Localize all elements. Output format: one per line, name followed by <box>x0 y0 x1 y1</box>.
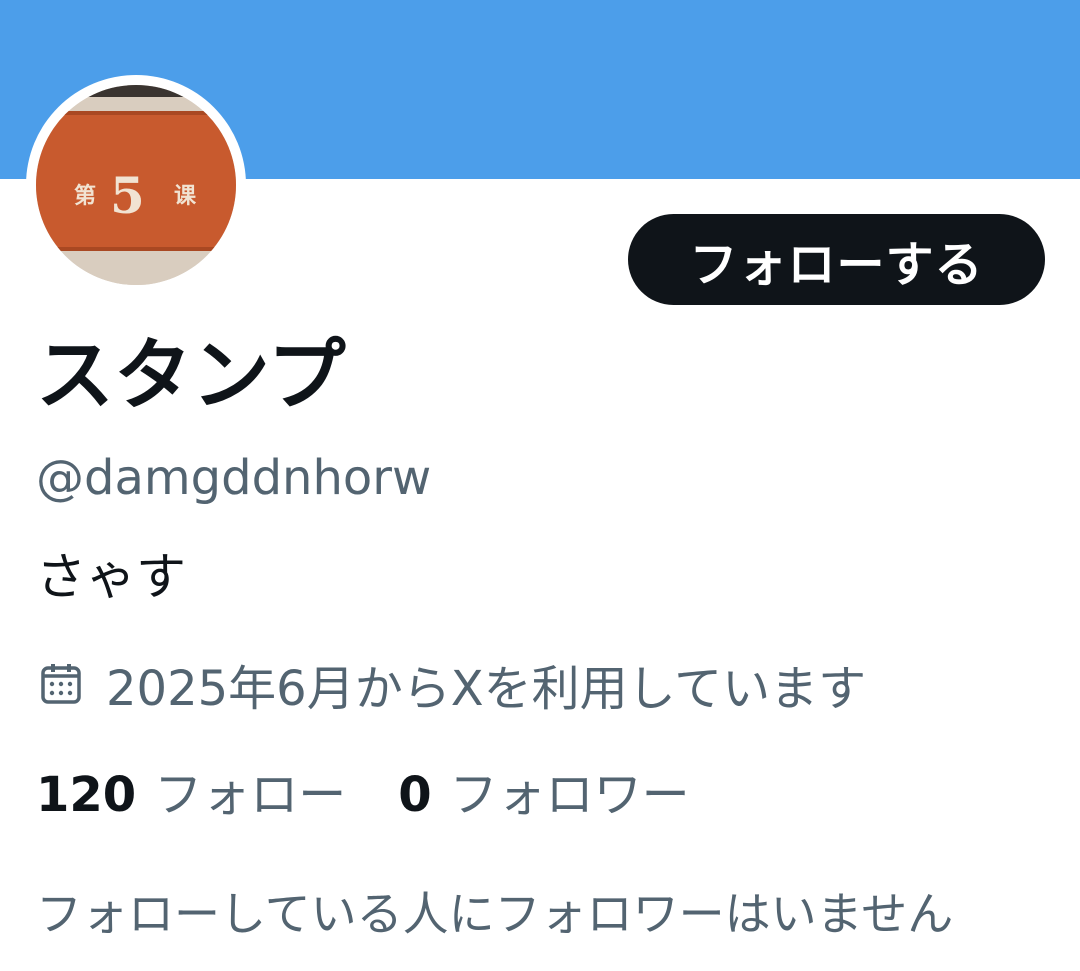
follow-button[interactable]: フォローする <box>628 214 1045 305</box>
avatar-text-right: 课 <box>174 183 197 209</box>
profile-page: 第 5 课 フォローする スタンプ @damgddnhorw さゃす 2025年… <box>0 0 1080 971</box>
avatar[interactable]: 第 5 课 <box>36 85 236 285</box>
followers-link[interactable]: 0 フォロワー <box>398 755 689 825</box>
following-count: 120 <box>36 767 137 823</box>
display-name: スタンプ <box>36 331 346 421</box>
bio: さゃす <box>36 548 186 606</box>
followers-label: フォロワー <box>449 767 690 823</box>
following-link[interactable]: 120 フォロー <box>36 755 346 825</box>
calendar-icon <box>36 659 86 709</box>
join-date-text: 2025年6月からXを利用しています <box>106 661 867 717</box>
follow-stats: 120 フォロー 0 フォロワー <box>36 755 742 825</box>
avatar-text-number: 5 <box>110 166 145 225</box>
mutual-followers-note: フォローしている人にフォロワーはいません <box>36 887 954 941</box>
avatar-image: 第 5 课 <box>36 85 236 285</box>
followers-count: 0 <box>398 767 432 823</box>
join-date: 2025年6月からXを利用しています <box>36 652 867 717</box>
avatar-text-left: 第 <box>74 183 96 209</box>
following-label: フォロー <box>154 767 347 823</box>
user-handle: @damgddnhorw <box>36 450 432 506</box>
